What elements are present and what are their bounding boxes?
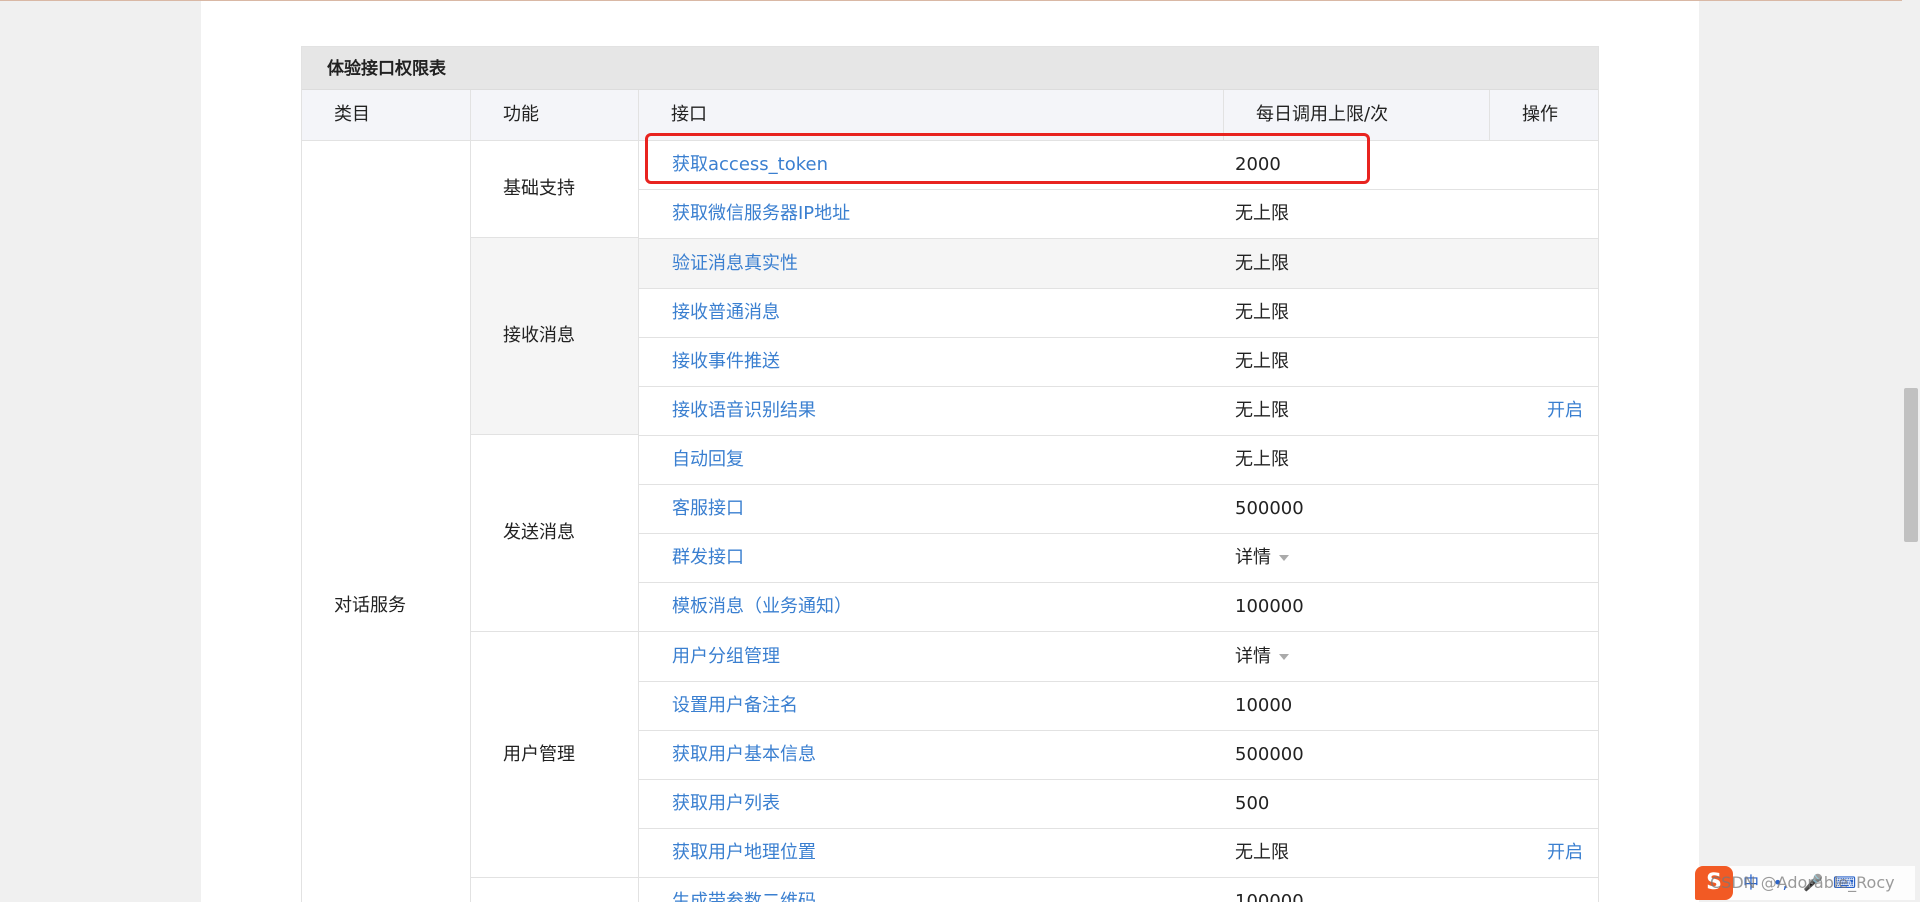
function-label: 接收消息: [503, 325, 575, 346]
api-link[interactable]: 群发接口: [672, 533, 744, 582]
limit-details-dropdown[interactable]: 详情: [1235, 533, 1289, 582]
limit-value: 无上限: [1235, 253, 1289, 274]
table-row: 客服接口 500000: [639, 484, 1598, 534]
function-label: 发送消息: [503, 522, 575, 543]
limit-value: 详情: [1235, 547, 1271, 568]
chevron-down-icon: [1279, 555, 1289, 561]
limit-value: 500: [1235, 793, 1270, 814]
table-row: 获取用户基本信息 500000: [639, 730, 1598, 780]
header-category: 类目: [302, 90, 471, 140]
api-link[interactable]: 获取用户地理位置: [672, 828, 816, 877]
function-cell: 发送消息: [471, 435, 638, 632]
api-link[interactable]: 客服接口: [672, 484, 744, 533]
page: 体验接口权限表 类目 功能 接口 每日调用上限/次 操作 对话服务 基础支持 接…: [0, 0, 1920, 902]
table-row: 自动回复 无上限: [639, 435, 1598, 485]
table-row: 用户分组管理 详情: [639, 632, 1598, 682]
limit-value: 无上限: [1235, 842, 1289, 863]
enable-link[interactable]: 开启: [1547, 828, 1583, 877]
category-cell: 对话服务: [302, 140, 470, 902]
highlight-annotation-box: [645, 133, 1370, 184]
limit-value: 500000: [1235, 498, 1304, 519]
header-function: 功能: [471, 90, 639, 140]
table-row: 验证消息真实性 无上限: [639, 239, 1598, 289]
limit-value: 100000: [1235, 596, 1304, 617]
limit-value: 无上限: [1235, 351, 1289, 372]
api-link[interactable]: 接收事件推送: [672, 337, 780, 386]
function-label: 用户管理: [503, 743, 575, 765]
table-row: 接收事件推送 无上限: [639, 337, 1598, 387]
api-link[interactable]: 获取用户列表: [672, 779, 780, 828]
limit-value: 无上限: [1235, 203, 1289, 224]
table-title: 体验接口权限表: [327, 59, 446, 79]
api-link[interactable]: 自动回复: [672, 435, 744, 484]
vertical-scrollbar[interactable]: [1902, 0, 1920, 902]
limit-value: 10000: [1235, 695, 1293, 716]
api-link[interactable]: 用户分组管理: [672, 632, 780, 681]
table-row: 模板消息（业务通知） 100000: [639, 582, 1598, 632]
api-link[interactable]: 验证消息真实性: [672, 239, 798, 288]
api-link[interactable]: 模板消息（业务通知）: [672, 582, 852, 631]
limit-value: 无上限: [1235, 449, 1289, 470]
limit-value: 500000: [1235, 744, 1304, 765]
function-cell: 用户管理: [471, 632, 638, 878]
table-row: 接收普通消息 无上限: [639, 288, 1598, 338]
function-cell: 接收消息: [471, 238, 638, 435]
api-link[interactable]: 接收语音识别结果: [672, 386, 816, 435]
table-row: 获取用户地理位置 无上限 开启: [639, 828, 1598, 878]
limit-value: 无上限: [1235, 302, 1289, 323]
table-title-bar: 体验接口权限表: [302, 47, 1598, 90]
limit-value: 详情: [1235, 646, 1271, 667]
category-label: 对话服务: [334, 595, 406, 616]
table-row: 群发接口 详情: [639, 533, 1598, 583]
table-row: 获取微信服务器IP地址 无上限: [639, 189, 1598, 239]
function-label: 基础支持: [503, 177, 575, 199]
table-row: 设置用户备注名 10000: [639, 681, 1598, 731]
table-row: 生成带参数二维码 100000: [639, 877, 1598, 902]
scrollbar-thumb[interactable]: [1904, 388, 1918, 542]
table-row: 获取用户列表 500: [639, 779, 1598, 829]
limit-value: 无上限: [1235, 400, 1289, 421]
chevron-down-icon: [1279, 654, 1289, 660]
api-link[interactable]: 生成带参数二维码: [672, 877, 816, 902]
api-link[interactable]: 接收普通消息: [672, 288, 780, 337]
csdn-watermark: CSDN @Adorable_Rocy: [1710, 873, 1895, 892]
table-row: 接收语音识别结果 无上限 开启: [639, 386, 1598, 436]
limit-value: 100000: [1235, 891, 1304, 902]
enable-link[interactable]: 开启: [1547, 386, 1583, 435]
header-action: 操作: [1522, 104, 1558, 125]
limit-details-dropdown[interactable]: 详情: [1235, 632, 1289, 681]
api-link[interactable]: 获取微信服务器IP地址: [672, 189, 850, 238]
api-link[interactable]: 设置用户备注名: [672, 681, 798, 730]
function-cell: 基础支持: [471, 140, 638, 238]
api-link[interactable]: 获取用户基本信息: [672, 730, 816, 779]
